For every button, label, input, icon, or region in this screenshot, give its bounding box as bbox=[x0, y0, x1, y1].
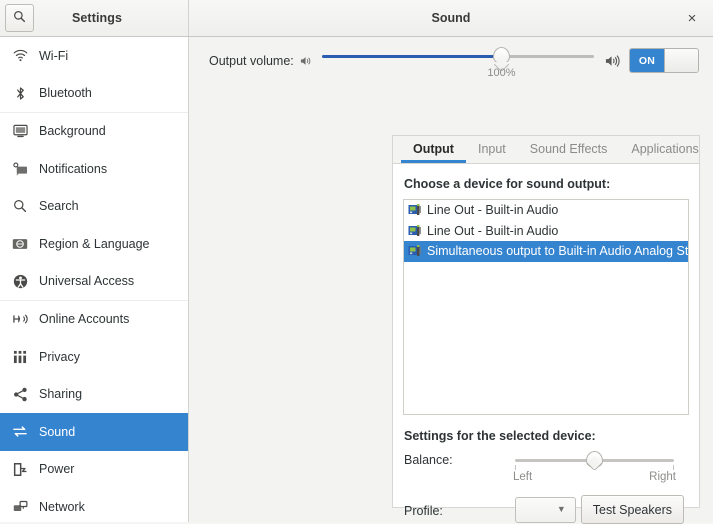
profile-dropdown[interactable]: ▼ bbox=[515, 497, 576, 523]
sidebar-item-network[interactable]: Network bbox=[0, 488, 188, 522]
search-icon bbox=[13, 10, 26, 26]
sidebar-item-wifi[interactable]: Wi-Fi bbox=[0, 37, 188, 75]
sidebar-item-label: Network bbox=[39, 500, 85, 514]
sidebar-item-label: Sharing bbox=[39, 387, 82, 401]
sidebar-item-universal-access[interactable]: Universal Access bbox=[0, 263, 188, 301]
sidebar-item-label: Universal Access bbox=[39, 274, 134, 288]
tab-sound-effects[interactable]: Sound Effects bbox=[518, 136, 620, 163]
balance-slider[interactable]: Left Right bbox=[515, 450, 674, 488]
chevron-down-icon: ▼ bbox=[557, 505, 566, 514]
sidebar-item-label: Search bbox=[39, 199, 79, 213]
sidebar-item-label: Power bbox=[39, 462, 74, 476]
privacy-icon bbox=[10, 348, 30, 366]
search-button[interactable] bbox=[5, 4, 34, 32]
sound-content-card: Output Input Sound Effects Applications … bbox=[392, 135, 700, 508]
sidebar-item-power[interactable]: Power bbox=[0, 451, 188, 489]
toggle-knob[interactable] bbox=[664, 49, 698, 72]
power-icon bbox=[10, 460, 30, 478]
settings-title: Settings bbox=[34, 11, 160, 25]
device-label: Line Out - Built-in Audio bbox=[427, 203, 558, 217]
device-list-item[interactable]: Line Out - Built-in Audio bbox=[404, 200, 688, 221]
universal-access-icon bbox=[10, 272, 30, 290]
output-volume-row: Output volume: 100% bbox=[189, 37, 713, 84]
sidebar: Wi-Fi Bluetooth Backgr bbox=[0, 37, 189, 522]
output-volume-toggle[interactable]: ON bbox=[629, 48, 699, 73]
close-icon: × bbox=[688, 11, 697, 26]
speaker-low-icon bbox=[300, 55, 313, 67]
settings-window: Settings Sound × Wi-Fi bbox=[0, 0, 713, 522]
sidebar-item-sound[interactable]: Sound bbox=[0, 413, 188, 451]
balance-row: Balance: Left Right bbox=[403, 450, 689, 488]
audio-card-icon bbox=[407, 202, 423, 218]
audio-card-icon bbox=[407, 243, 423, 259]
online-accounts-icon bbox=[10, 310, 30, 328]
sidebar-item-label: Background bbox=[39, 124, 106, 138]
volume-slider-handle[interactable] bbox=[493, 47, 510, 64]
toggle-state-label: ON bbox=[630, 49, 664, 72]
close-button[interactable]: × bbox=[681, 7, 703, 29]
sidebar-item-background[interactable]: Background bbox=[0, 112, 188, 150]
network-icon bbox=[10, 498, 30, 516]
sound-panel: Output volume: 100% bbox=[189, 37, 713, 522]
audio-card-icon bbox=[407, 223, 423, 239]
output-device-list[interactable]: Line Out - Built-in Audio bbox=[403, 199, 689, 415]
sharing-icon bbox=[10, 385, 30, 403]
sound-tabs: Output Input Sound Effects Applications bbox=[393, 136, 699, 164]
sidebar-item-label: Sound bbox=[39, 425, 75, 439]
sidebar-item-notifications[interactable]: Notifications bbox=[0, 150, 188, 188]
window-body: Wi-Fi Bluetooth Backgr bbox=[0, 37, 713, 522]
sidebar-item-region-language[interactable]: Region & Language bbox=[0, 225, 188, 263]
device-list-item[interactable]: Line Out - Built-in Audio bbox=[404, 221, 688, 242]
output-volume-label: Output volume: bbox=[209, 54, 294, 68]
speaker-high-icon bbox=[605, 54, 620, 68]
sidebar-item-label: Bluetooth bbox=[39, 86, 92, 100]
profile-label: Profile: bbox=[404, 501, 507, 518]
tab-output[interactable]: Output bbox=[401, 136, 466, 163]
device-label: Simultaneous output to Built-in Audio An… bbox=[427, 244, 689, 258]
background-icon bbox=[10, 122, 30, 140]
sidebar-item-label: Online Accounts bbox=[39, 312, 129, 326]
sound-icon bbox=[10, 423, 30, 441]
sidebar-item-label: Region & Language bbox=[39, 237, 150, 251]
sidebar-item-online-accounts[interactable]: Online Accounts bbox=[0, 300, 188, 338]
balance-left-label: Left bbox=[513, 471, 532, 483]
sidebar-item-privacy[interactable]: Privacy bbox=[0, 338, 188, 376]
search-icon bbox=[10, 197, 30, 215]
wifi-icon bbox=[10, 47, 30, 65]
sidebar-item-label: Wi-Fi bbox=[39, 49, 68, 63]
sidebar-item-label: Privacy bbox=[39, 350, 80, 364]
test-speakers-button[interactable]: Test Speakers bbox=[581, 495, 684, 524]
tab-applications[interactable]: Applications bbox=[619, 136, 710, 163]
notifications-icon bbox=[10, 160, 30, 178]
window-headerbar: Settings Sound × bbox=[0, 0, 713, 37]
sidebar-item-bluetooth[interactable]: Bluetooth bbox=[0, 75, 188, 113]
region-language-icon bbox=[10, 235, 30, 253]
balance-label: Balance: bbox=[404, 450, 507, 467]
choose-device-label: Choose a device for sound output: bbox=[404, 177, 689, 191]
selected-device-settings-label: Settings for the selected device: bbox=[404, 429, 689, 443]
volume-percent-label: 100% bbox=[487, 67, 515, 79]
device-list-item[interactable]: Simultaneous output to Built-in Audio An… bbox=[404, 241, 688, 262]
bluetooth-icon bbox=[10, 84, 30, 102]
output-tab-panel: Choose a device for sound output: bbox=[393, 164, 699, 507]
sidebar-item-sharing[interactable]: Sharing bbox=[0, 375, 188, 413]
balance-right-label: Right bbox=[649, 471, 676, 483]
volume-slider-fill bbox=[322, 55, 502, 58]
output-volume-slider[interactable]: 100% bbox=[322, 41, 594, 81]
tab-input[interactable]: Input bbox=[466, 136, 518, 163]
sidebar-item-label: Notifications bbox=[39, 162, 107, 176]
profile-row: Profile: ▼ Test Speakers bbox=[403, 495, 689, 524]
sidebar-item-search[interactable]: Search bbox=[0, 187, 188, 225]
headerbar-left: Settings bbox=[0, 0, 189, 36]
page-title: Sound bbox=[189, 11, 713, 25]
device-label: Line Out - Built-in Audio bbox=[427, 224, 558, 238]
headerbar-right: Sound × bbox=[189, 0, 713, 36]
